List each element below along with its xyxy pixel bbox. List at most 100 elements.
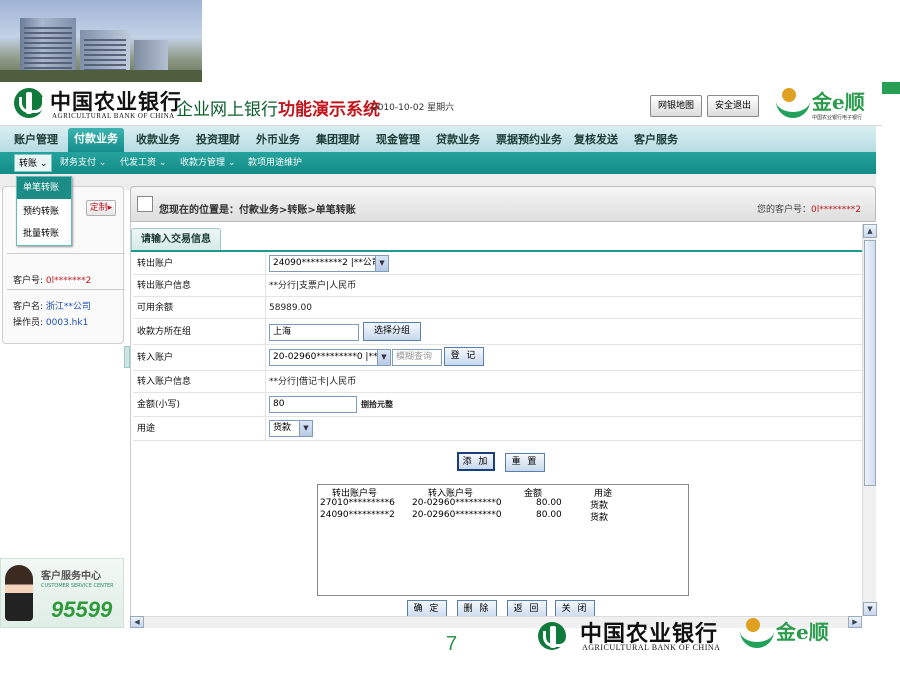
nav-foreign-currency[interactable]: 外币业务 xyxy=(256,126,300,152)
from-account-info: **分行|支票户|人民币 xyxy=(269,281,357,291)
chevron-down-icon: ⌄ xyxy=(158,158,167,168)
add-button[interactable]: 添 加 xyxy=(457,452,495,471)
nav-review-send[interactable]: 复核发送 xyxy=(574,126,618,152)
row-to-account: 转入账户 20-02960*********0 |**公司 ▼ 模糊查询 登 记 xyxy=(133,345,863,371)
nav-collection[interactable]: 收款业务 xyxy=(136,126,180,152)
scroll-up-icon[interactable]: ▲ xyxy=(863,224,877,238)
dropdown-arrow-icon: ▼ xyxy=(299,421,312,436)
secondary-nav: 转账 ⌄ 财务支付 ⌄ 代发工资 ⌄ 收款方管理 ⌄ 款项用途维护 xyxy=(0,152,876,174)
customer-service-banner: 客户服务中心 CUSTOMER SERVICE CENTER 95599 xyxy=(0,558,124,628)
bank-name-en: AGRICULTURAL BANK OF CHINA xyxy=(52,112,175,120)
scroll-right-icon[interactable]: ▶ xyxy=(848,616,862,628)
primary-nav: 账户管理 付款业务 收款业务 投资理财 外币业务 集团理财 现金管理 贷款业务 … xyxy=(0,126,876,152)
location-icon xyxy=(137,196,153,212)
fuzzy-search-input[interactable]: 模糊查询 xyxy=(392,349,442,366)
tab-underline xyxy=(131,250,863,252)
scroll-thumb[interactable] xyxy=(864,240,876,486)
green-accent xyxy=(882,82,900,94)
nav2-transfer[interactable]: 转账 ⌄ xyxy=(14,154,53,172)
abc-logo-icon xyxy=(538,622,569,650)
transfer-form-area: 请输入交易信息 转出账户 24090*********2 |**公司 ▼ 转出账户… xyxy=(130,222,863,619)
row-payee-group: 收款方所在组 上海 选择分组 xyxy=(133,319,863,345)
chevron-down-icon: ⌄ xyxy=(98,158,107,168)
nav2-finance-payment[interactable]: 财务支付 ⌄ xyxy=(60,152,106,174)
system-date: 2010-10-02 星期六 xyxy=(372,103,455,113)
nav-investment[interactable]: 投资理财 xyxy=(196,126,240,152)
payee-group-input[interactable]: 上海 xyxy=(269,324,359,341)
list-cell: 80.00 xyxy=(536,498,562,508)
service-agent-image xyxy=(5,565,33,621)
dropdown-arrow-icon: ▼ xyxy=(377,350,390,365)
nav2-payroll[interactable]: 代发工资 ⌄ xyxy=(120,152,166,174)
nav-customer-service[interactable]: 客户服务 xyxy=(634,126,678,152)
menu-item-batch-transfer[interactable]: 批量转账 xyxy=(17,223,71,245)
row-amount: 金额(小写) 80 捌拾元整 xyxy=(133,393,863,417)
amount-in-words: 捌拾元整 xyxy=(361,400,393,409)
label-purpose: 用途 xyxy=(137,424,156,434)
footer-jin-logo: 金e顺 xyxy=(740,616,830,654)
label-to-info: 转入账户信息 xyxy=(137,377,192,387)
vertical-scrollbar[interactable]: ▲ ▼ xyxy=(862,224,877,616)
nav-cash-mgmt[interactable]: 现金管理 xyxy=(376,126,420,152)
amount-input[interactable]: 80 xyxy=(269,396,357,413)
reset-button[interactable]: 重 置 xyxy=(505,453,545,472)
nav-group-finance[interactable]: 集团理财 xyxy=(316,126,360,152)
customize-button[interactable]: 定制▸ xyxy=(86,200,116,216)
service-hotline: 95599 xyxy=(51,597,113,622)
nav2-purpose-maint[interactable]: 款项用途维护 xyxy=(248,152,302,174)
header-customer-no: 您的客户号：0l********2 xyxy=(757,205,861,215)
from-account-select[interactable]: 24090*********2 |**公司 ▼ xyxy=(269,255,389,272)
breadcrumb: 您现在的位置是：付款业务>转账>单笔转账 xyxy=(159,205,356,216)
menu-item-single-transfer[interactable]: 单笔转账 xyxy=(17,177,71,199)
chevron-down-icon: ⌄ xyxy=(39,159,48,169)
row-from-account: 转出账户 24090*********2 |**公司 ▼ xyxy=(133,253,863,275)
transfer-dropdown-menu: 单笔转账 预约转账 批量转账 xyxy=(16,176,72,246)
chevron-down-icon: ⌄ xyxy=(227,158,236,168)
label-from-info: 转出账户信息 xyxy=(137,281,192,291)
transfer-list[interactable]: 转出账户号 转入账户号 金额 用途 27010*********6 20-029… xyxy=(317,484,689,596)
top-header: 中国农业银行 AGRICULTURAL BANK OF CHINA 企业网上银行… xyxy=(0,82,882,126)
dropdown-arrow-icon: ▼ xyxy=(375,256,388,271)
nav-loans[interactable]: 贷款业务 xyxy=(436,126,480,152)
menu-item-scheduled-transfer[interactable]: 预约转账 xyxy=(17,201,71,223)
nav-account-mgmt[interactable]: 账户管理 xyxy=(14,126,58,152)
list-cell: 货款 xyxy=(590,513,609,523)
row-from-info: 转出账户信息 **分行|支票户|人民币 xyxy=(133,275,863,297)
service-title: 客户服务中心 xyxy=(41,571,101,582)
building-photo xyxy=(0,0,202,82)
list-cell: 24090*********2 xyxy=(320,510,395,520)
slide-number: 7 xyxy=(446,633,458,655)
play-icon: ▸ xyxy=(107,203,113,213)
row-balance: 可用余额 58989.00 xyxy=(133,297,863,319)
label-payee-group: 收款方所在组 xyxy=(137,327,192,337)
label-balance: 可用余额 xyxy=(137,303,174,313)
abc-logo-icon xyxy=(14,88,45,118)
customer-no-line: 客户号: 0l*******2 xyxy=(13,276,92,286)
nav2-payee-mgmt[interactable]: 收款方管理 ⌄ xyxy=(180,152,235,174)
label-from-account: 转出账户 xyxy=(137,259,174,269)
scroll-left-icon[interactable]: ◀ xyxy=(130,616,144,628)
row-purpose: 用途 货款 ▼ xyxy=(133,417,863,441)
label-to-account: 转入账户 xyxy=(137,353,174,363)
system-title: 企业网上银行功能演示系统 xyxy=(176,100,380,119)
jin-e-shun-logo: 金e顺 中国农业银行电子银行 xyxy=(776,86,866,124)
select-group-button[interactable]: 选择分组 xyxy=(363,322,421,341)
to-account-info: **分行|借记卡|人民币 xyxy=(269,377,357,387)
row-to-info: 转入账户信息 **分行|借记卡|人民币 xyxy=(133,371,863,393)
service-subtitle: CUSTOMER SERVICE CENTER xyxy=(41,583,114,589)
tab-input-info[interactable]: 请输入交易信息 xyxy=(131,228,221,250)
register-button[interactable]: 登 记 xyxy=(444,347,484,366)
purpose-select[interactable]: 货款 ▼ xyxy=(269,420,313,437)
list-cell: 20-02960*********0 xyxy=(412,510,502,520)
logout-button[interactable]: 安全退出 xyxy=(707,95,759,117)
list-cell: 20-02960*********0 xyxy=(412,498,502,508)
nav-payment[interactable]: 付款业务 xyxy=(68,128,124,152)
scroll-down-icon[interactable]: ▼ xyxy=(863,602,877,616)
operator-line: 操作员: 0003.hk1 xyxy=(13,318,89,328)
list-cell: 80.00 xyxy=(536,510,562,520)
customer-name-line: 客户名: 浙江**公司 xyxy=(13,302,91,312)
site-map-button[interactable]: 网银地图 xyxy=(650,95,702,117)
to-account-select[interactable]: 20-02960*********0 |**公司 ▼ xyxy=(269,349,391,366)
available-balance: 58989.00 xyxy=(269,303,312,313)
nav-bill-reservation[interactable]: 票据预约业务 xyxy=(496,126,562,152)
